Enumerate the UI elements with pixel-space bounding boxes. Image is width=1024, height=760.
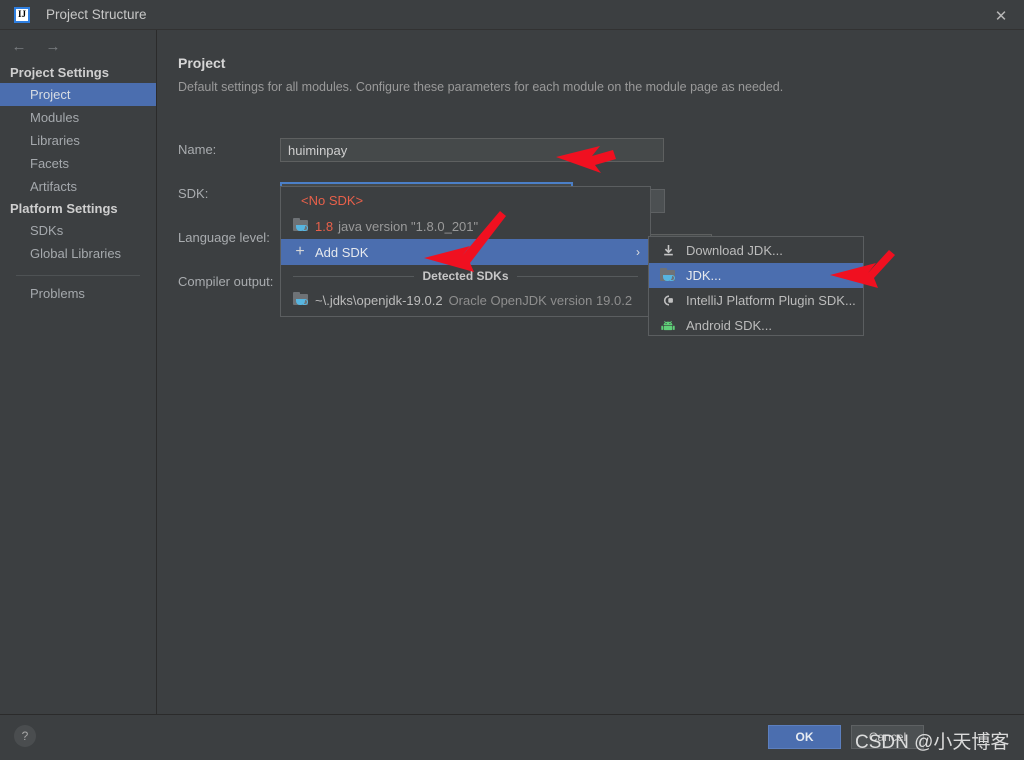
detected-sdk-path: ~\.jdks\openjdk-19.0.2: [315, 292, 443, 308]
forward-arrow-icon[interactable]: →: [42, 35, 64, 57]
sidebar-item-facets[interactable]: Facets: [0, 152, 156, 175]
add-sdk-submenu: Download JDK... JDK... IntelliJ Platform…: [648, 236, 864, 336]
chevron-right-icon: ›: [636, 245, 640, 259]
label-compiler-output: Compiler output:: [178, 274, 274, 289]
window-title: Project Structure: [46, 7, 147, 22]
ok-button[interactable]: OK: [768, 725, 841, 749]
detected-sdk-description: Oracle OpenJDK version 19.0.2: [448, 292, 633, 308]
back-arrow-icon[interactable]: ←: [8, 35, 30, 57]
submenu-item-download-jdk[interactable]: Download JDK...: [649, 238, 863, 263]
label-name: Name:: [178, 142, 217, 157]
detected-sdks-label: Detected SDKs: [422, 269, 509, 283]
sdk-option-jdk-1-8[interactable]: 1.8 java version "1.8.0_201": [281, 213, 650, 239]
project-structure-dialog: IJ Project Structure ✕ ← → Project Setti…: [0, 0, 1024, 760]
jdk-folder-icon: [293, 218, 309, 233]
submenu-item-android-sdk[interactable]: Android SDK...: [649, 313, 863, 338]
sdk-option-no-sdk[interactable]: <No SDK>: [281, 187, 650, 213]
sidebar: ← → Project Settings Project Modules Lib…: [0, 30, 157, 714]
submenu-item-jdk[interactable]: JDK...: [649, 263, 863, 288]
plugin-icon: [659, 294, 677, 307]
sidebar-item-sdks[interactable]: SDKs: [0, 219, 156, 242]
sdk-option-add-sdk[interactable]: + Add SDK ›: [281, 239, 650, 265]
android-icon: [659, 320, 677, 332]
project-name-input[interactable]: huiminpay: [280, 138, 664, 162]
plus-icon: +: [295, 243, 305, 260]
label-language-level: Language level:: [178, 230, 270, 245]
jdk-folder-icon: [659, 267, 677, 283]
sidebar-group-project-settings: Project Settings: [10, 65, 109, 80]
help-button[interactable]: ?: [14, 725, 36, 747]
main-panel: Project Default settings for all modules…: [157, 30, 1024, 714]
page-title: Project: [178, 55, 226, 71]
sidebar-item-libraries[interactable]: Libraries: [0, 129, 156, 152]
nav-history-buttons: ← →: [0, 30, 156, 62]
submenu-item-intellij-platform-plugin-sdk[interactable]: IntelliJ Platform Plugin SDK...: [649, 288, 863, 313]
sdk-option-description: java version "1.8.0_201": [338, 218, 479, 234]
sidebar-item-global-libraries[interactable]: Global Libraries: [0, 242, 156, 265]
sidebar-item-modules[interactable]: Modules: [0, 106, 156, 129]
submenu-item-label: IntelliJ Platform Plugin SDK...: [686, 293, 856, 308]
sidebar-divider: [16, 275, 140, 276]
title-bar: IJ Project Structure ✕: [0, 0, 1024, 30]
add-sdk-label: Add SDK: [315, 244, 369, 260]
page-description: Default settings for all modules. Config…: [178, 80, 784, 94]
label-sdk: SDK:: [178, 186, 209, 201]
download-icon: [659, 244, 677, 257]
detected-sdk-item[interactable]: ~\.jdks\openjdk-19.0.2 Oracle OpenJDK ve…: [281, 287, 650, 313]
sidebar-item-problems[interactable]: Problems: [0, 282, 156, 305]
sidebar-item-project[interactable]: Project: [0, 83, 156, 106]
sidebar-item-artifacts[interactable]: Artifacts: [0, 175, 156, 198]
detected-sdks-separator: Detected SDKs: [281, 265, 650, 287]
sdk-dropdown-popup: <No SDK> 1.8 java version "1.8.0_201" + …: [280, 186, 651, 317]
submenu-item-label: Download JDK...: [686, 243, 783, 258]
submenu-item-label: Android SDK...: [686, 318, 772, 333]
sidebar-group-platform-settings: Platform Settings: [10, 201, 118, 216]
jdk-folder-icon: [293, 292, 309, 307]
cancel-button[interactable]: Cancel: [851, 725, 924, 749]
sdk-option-version: 1.8: [315, 218, 334, 234]
intellij-idea-logo-icon: IJ: [14, 6, 30, 23]
project-name-value: huiminpay: [288, 142, 348, 158]
submenu-item-label: JDK...: [686, 268, 722, 283]
close-icon[interactable]: ✕: [992, 7, 1010, 25]
